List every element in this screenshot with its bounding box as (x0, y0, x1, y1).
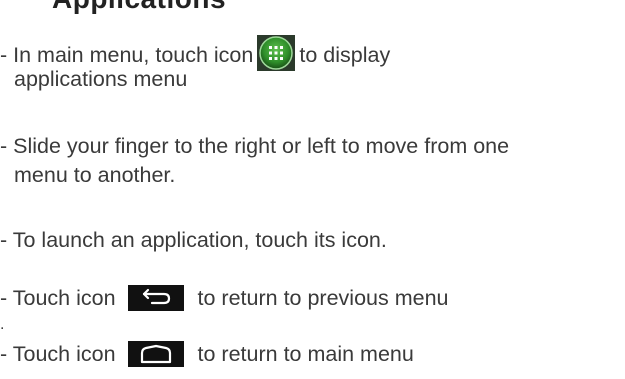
instruction-text-continued: applications menu (14, 67, 188, 91)
apps-grid-icon (257, 35, 296, 71)
instruction-slide: - Slide your finger to the right or left… (0, 134, 510, 158)
separator-dot: . (0, 316, 5, 333)
instruction-launch: - To launch an application, touch its ic… (0, 228, 387, 252)
instruction-text: - In main menu, touch icon (0, 43, 254, 67)
instruction-home: - Touch icon to return to main menu (0, 341, 414, 367)
back-arrow-icon (127, 285, 184, 311)
instruction-slide-continued: menu to another. (14, 163, 176, 187)
instruction-text: to return to main menu (197, 342, 414, 366)
instruction-back: - Touch icon to return to previous menu (0, 285, 449, 311)
section-title: Applications (52, 0, 226, 15)
instruction-text: to display (299, 43, 391, 67)
home-icon (127, 341, 184, 367)
instruction-text: - Touch icon (0, 286, 116, 310)
instruction-text: to return to previous menu (197, 286, 449, 310)
instruction-text: - Touch icon (0, 342, 116, 366)
